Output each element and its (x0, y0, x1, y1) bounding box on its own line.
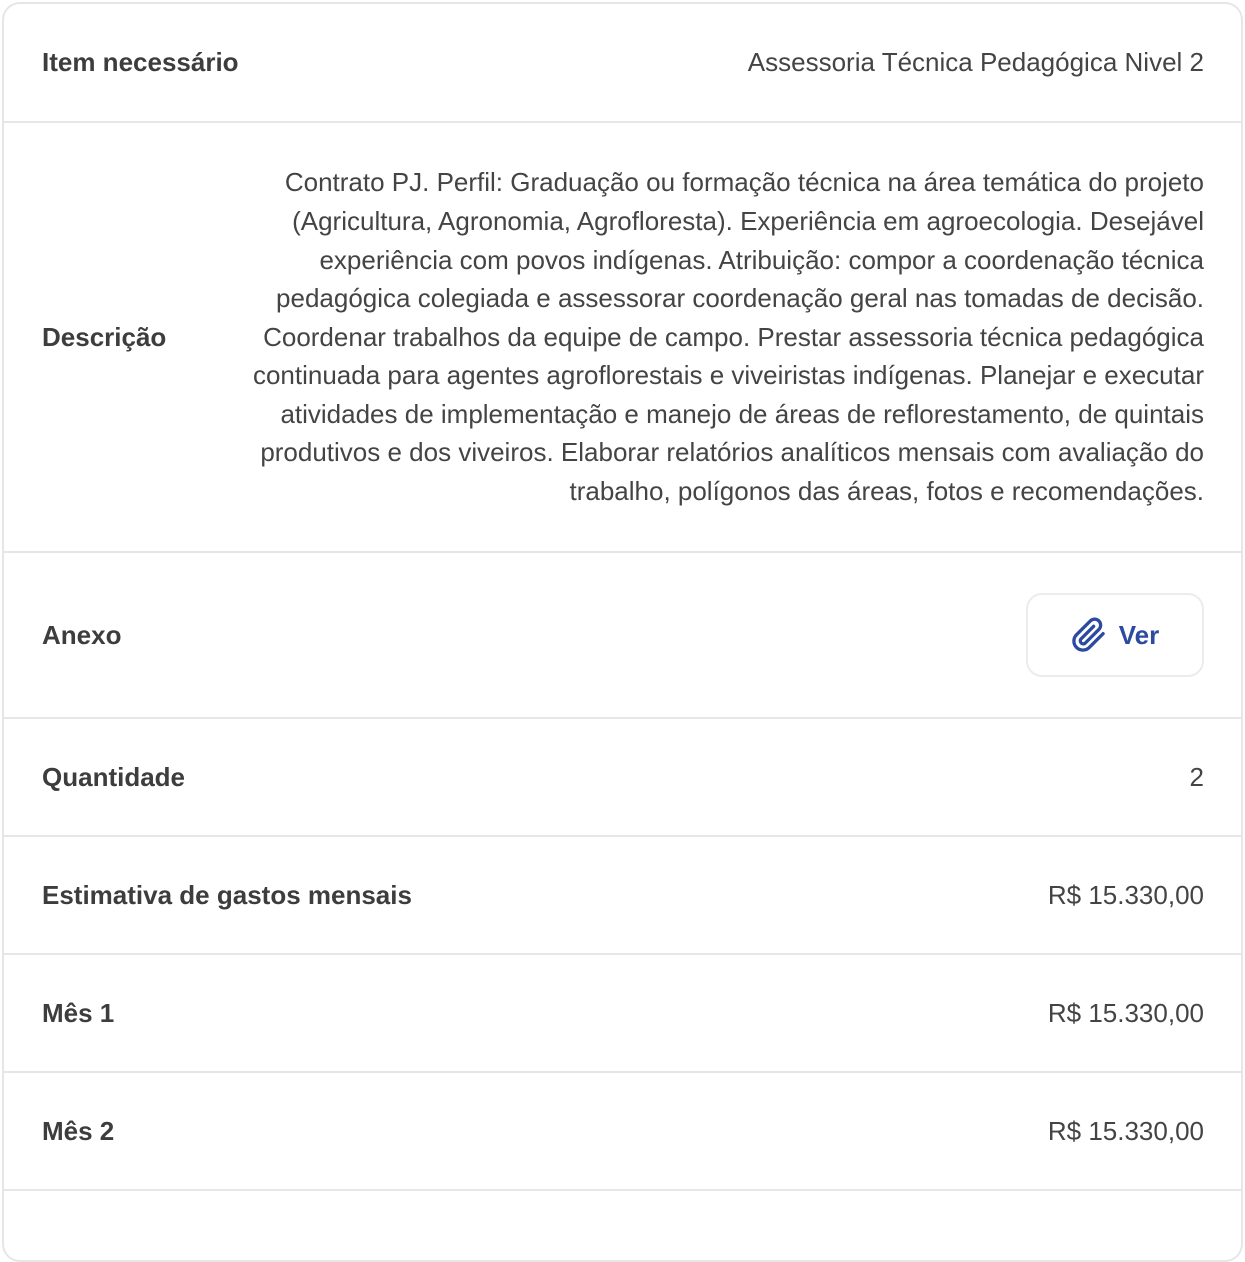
mes-2-value: R$ 15.330,00 (1047, 1115, 1204, 1146)
quantidade-value: 2 (1189, 761, 1204, 792)
row-mes-2: Mês 2 R$ 15.330,00 (4, 1073, 1241, 1191)
quantidade-label: Quantidade (42, 761, 186, 792)
anexo-label: Anexo (42, 619, 122, 650)
descricao-label: Descrição (42, 321, 167, 352)
item-necessario-label: Item necessário (42, 47, 239, 77)
row-anexo: Anexo Ver (4, 553, 1241, 719)
ver-button-label: Ver (1118, 619, 1160, 650)
estimativa-value: R$ 15.330,00 (1047, 879, 1204, 910)
item-necessario-value: Assessoria Técnica Pedagógica Nivel 2 (747, 47, 1204, 77)
row-item-necessario: Item necessário Assessoria Técnica Pedag… (4, 4, 1241, 123)
mes-1-value: R$ 15.330,00 (1047, 997, 1204, 1028)
row-descricao: Descrição Contrato PJ. Perfil: Graduação… (4, 123, 1241, 553)
details-card: Item necessário Assessoria Técnica Pedag… (2, 2, 1243, 1262)
mes-2-label: Mês 2 (42, 1115, 115, 1146)
mes-1-label: Mês 1 (42, 997, 115, 1028)
row-quantidade: Quantidade 2 (4, 719, 1241, 837)
paperclip-icon (1071, 617, 1107, 653)
descricao-value: Contrato PJ. Perfil: Graduação ou formaç… (252, 167, 1204, 507)
ver-attachment-button[interactable]: Ver (1026, 593, 1204, 677)
row-estimativa: Estimativa de gastos mensais R$ 15.330,0… (4, 837, 1241, 955)
estimativa-label: Estimativa de gastos mensais (42, 879, 412, 910)
row-mes-1: Mês 1 R$ 15.330,00 (4, 955, 1241, 1073)
